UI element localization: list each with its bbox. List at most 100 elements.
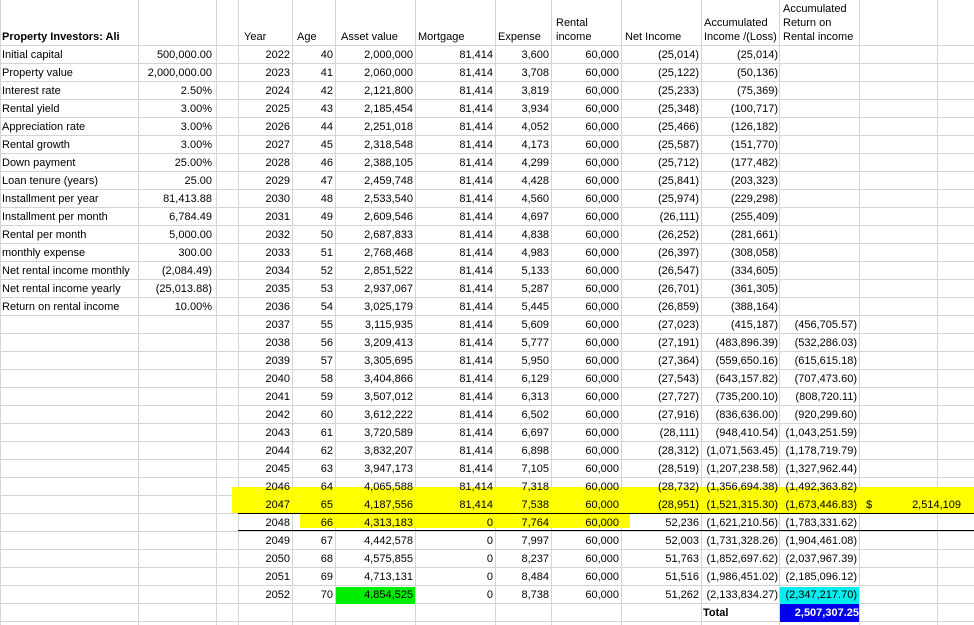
expense-cell[interactable]: 4,838 bbox=[495, 226, 549, 244]
header-accum-return-line3[interactable]: Rental income bbox=[783, 31, 853, 44]
asset-value-cell[interactable]: 4,575,855 bbox=[335, 550, 413, 568]
accum-return-cell[interactable]: (2,037,967.39) bbox=[777, 550, 857, 568]
mortgage-cell[interactable]: 81,414 bbox=[415, 82, 493, 100]
asset-value-cell[interactable]: 4,854,525 bbox=[335, 586, 413, 604]
asset-value-cell[interactable]: 3,720,589 bbox=[335, 424, 413, 442]
param-label[interactable]: Rental per month bbox=[2, 226, 136, 244]
header-rental-income-line2[interactable]: income bbox=[556, 31, 591, 44]
rental-income-cell[interactable]: 60,000 bbox=[551, 46, 619, 64]
age-cell[interactable]: 63 bbox=[292, 460, 333, 478]
accum-income-cell[interactable]: (2,133,834.27) bbox=[700, 586, 778, 604]
mortgage-cell[interactable]: 81,414 bbox=[415, 46, 493, 64]
age-cell[interactable]: 40 bbox=[292, 46, 333, 64]
net-income-cell[interactable]: (25,122) bbox=[621, 64, 699, 82]
year-cell[interactable]: 2043 bbox=[238, 424, 290, 442]
asset-value-cell[interactable]: 3,209,413 bbox=[335, 334, 413, 352]
net-income-cell[interactable]: (28,519) bbox=[621, 460, 699, 478]
expense-cell[interactable]: 4,983 bbox=[495, 244, 549, 262]
asset-value-cell[interactable]: 2,609,546 bbox=[335, 208, 413, 226]
net-income-cell[interactable]: (26,547) bbox=[621, 262, 699, 280]
age-cell[interactable]: 59 bbox=[292, 388, 333, 406]
accum-return-cell[interactable] bbox=[777, 262, 857, 280]
param-label[interactable]: Interest rate bbox=[2, 82, 136, 100]
expense-cell[interactable]: 6,697 bbox=[495, 424, 549, 442]
mortgage-cell[interactable]: 0 bbox=[415, 568, 493, 586]
rental-income-cell[interactable]: 60,000 bbox=[551, 550, 619, 568]
accum-income-cell[interactable]: (100,717) bbox=[700, 100, 778, 118]
year-cell[interactable]: 2036 bbox=[238, 298, 290, 316]
age-cell[interactable]: 68 bbox=[292, 550, 333, 568]
accum-return-cell[interactable]: (615,615.18) bbox=[777, 352, 857, 370]
age-cell[interactable]: 44 bbox=[292, 118, 333, 136]
param-label[interactable]: Appreciation rate bbox=[2, 118, 136, 136]
net-income-cell[interactable]: (27,364) bbox=[621, 352, 699, 370]
accum-income-cell[interactable]: (1,852,697.62) bbox=[700, 550, 778, 568]
year-cell[interactable]: 2023 bbox=[238, 64, 290, 82]
rental-income-cell[interactable]: 60,000 bbox=[551, 406, 619, 424]
asset-value-cell[interactable]: 3,832,207 bbox=[335, 442, 413, 460]
year-cell[interactable]: 2031 bbox=[238, 208, 290, 226]
accum-return-cell[interactable] bbox=[777, 280, 857, 298]
net-income-cell[interactable]: (25,587) bbox=[621, 136, 699, 154]
accum-return-cell[interactable]: (808,720.11) bbox=[777, 388, 857, 406]
year-cell[interactable]: 2039 bbox=[238, 352, 290, 370]
mortgage-cell[interactable]: 81,414 bbox=[415, 262, 493, 280]
param-label[interactable]: Installment per month bbox=[2, 208, 136, 226]
accum-return-cell[interactable] bbox=[777, 226, 857, 244]
accum-return-cell[interactable] bbox=[777, 82, 857, 100]
accum-income-cell[interactable]: (735,200.10) bbox=[700, 388, 778, 406]
mortgage-cell[interactable]: 81,414 bbox=[415, 64, 493, 82]
param-value[interactable]: 3.00% bbox=[138, 118, 212, 136]
rental-income-cell[interactable]: 60,000 bbox=[551, 496, 619, 514]
year-cell[interactable]: 2040 bbox=[238, 370, 290, 388]
rental-income-cell[interactable]: 60,000 bbox=[551, 118, 619, 136]
net-income-cell[interactable]: 51,262 bbox=[621, 586, 699, 604]
accum-return-cell[interactable]: (920,299.60) bbox=[777, 406, 857, 424]
expense-cell[interactable]: 3,934 bbox=[495, 100, 549, 118]
accum-income-cell[interactable]: (229,298) bbox=[700, 190, 778, 208]
param-value[interactable]: 3.00% bbox=[138, 100, 212, 118]
accum-return-cell[interactable]: (707,473.60) bbox=[777, 370, 857, 388]
header-accum-return-line2[interactable]: Return on bbox=[783, 17, 831, 30]
expense-cell[interactable]: 5,133 bbox=[495, 262, 549, 280]
accum-income-cell[interactable]: (255,409) bbox=[700, 208, 778, 226]
year-cell[interactable]: 2051 bbox=[238, 568, 290, 586]
accum-income-cell[interactable]: (1,986,451.02) bbox=[700, 568, 778, 586]
expense-cell[interactable]: 3,708 bbox=[495, 64, 549, 82]
age-cell[interactable]: 46 bbox=[292, 154, 333, 172]
age-cell[interactable]: 50 bbox=[292, 226, 333, 244]
param-label[interactable]: Net rental income yearly bbox=[2, 280, 136, 298]
expense-cell[interactable]: 4,299 bbox=[495, 154, 549, 172]
accum-return-cell[interactable] bbox=[777, 172, 857, 190]
mortgage-cell[interactable]: 81,414 bbox=[415, 280, 493, 298]
expense-cell[interactable]: 4,052 bbox=[495, 118, 549, 136]
asset-value-cell[interactable]: 2,000,000 bbox=[335, 46, 413, 64]
param-value[interactable]: 500,000.00 bbox=[138, 46, 212, 64]
asset-value-cell[interactable]: 2,851,522 bbox=[335, 262, 413, 280]
expense-cell[interactable]: 4,173 bbox=[495, 136, 549, 154]
accum-income-cell[interactable]: (1,207,238.58) bbox=[700, 460, 778, 478]
accum-return-cell[interactable]: (1,043,251.59) bbox=[777, 424, 857, 442]
expense-cell[interactable]: 7,318 bbox=[495, 478, 549, 496]
param-label[interactable]: Rental growth bbox=[2, 136, 136, 154]
expense-cell[interactable]: 8,237 bbox=[495, 550, 549, 568]
extra-value-cell[interactable]: 2,514,109 bbox=[880, 496, 961, 514]
age-cell[interactable]: 41 bbox=[292, 64, 333, 82]
rental-income-cell[interactable]: 60,000 bbox=[551, 316, 619, 334]
rental-income-cell[interactable]: 60,000 bbox=[551, 64, 619, 82]
asset-value-cell[interactable]: 3,305,695 bbox=[335, 352, 413, 370]
year-cell[interactable]: 2035 bbox=[238, 280, 290, 298]
param-label[interactable]: Installment per year bbox=[2, 190, 136, 208]
age-cell[interactable]: 48 bbox=[292, 190, 333, 208]
expense-cell[interactable]: 7,997 bbox=[495, 532, 549, 550]
net-income-cell[interactable]: (25,233) bbox=[621, 82, 699, 100]
accum-return-cell[interactable]: (2,347,217.70) bbox=[777, 586, 857, 604]
param-value[interactable]: 3.00% bbox=[138, 136, 212, 154]
sheet-title[interactable]: Property Investors: Ali bbox=[2, 28, 120, 46]
accum-income-cell[interactable]: (1,356,694.38) bbox=[700, 478, 778, 496]
year-cell[interactable]: 2041 bbox=[238, 388, 290, 406]
year-cell[interactable]: 2029 bbox=[238, 172, 290, 190]
year-cell[interactable]: 2042 bbox=[238, 406, 290, 424]
age-cell[interactable]: 52 bbox=[292, 262, 333, 280]
mortgage-cell[interactable]: 81,414 bbox=[415, 136, 493, 154]
